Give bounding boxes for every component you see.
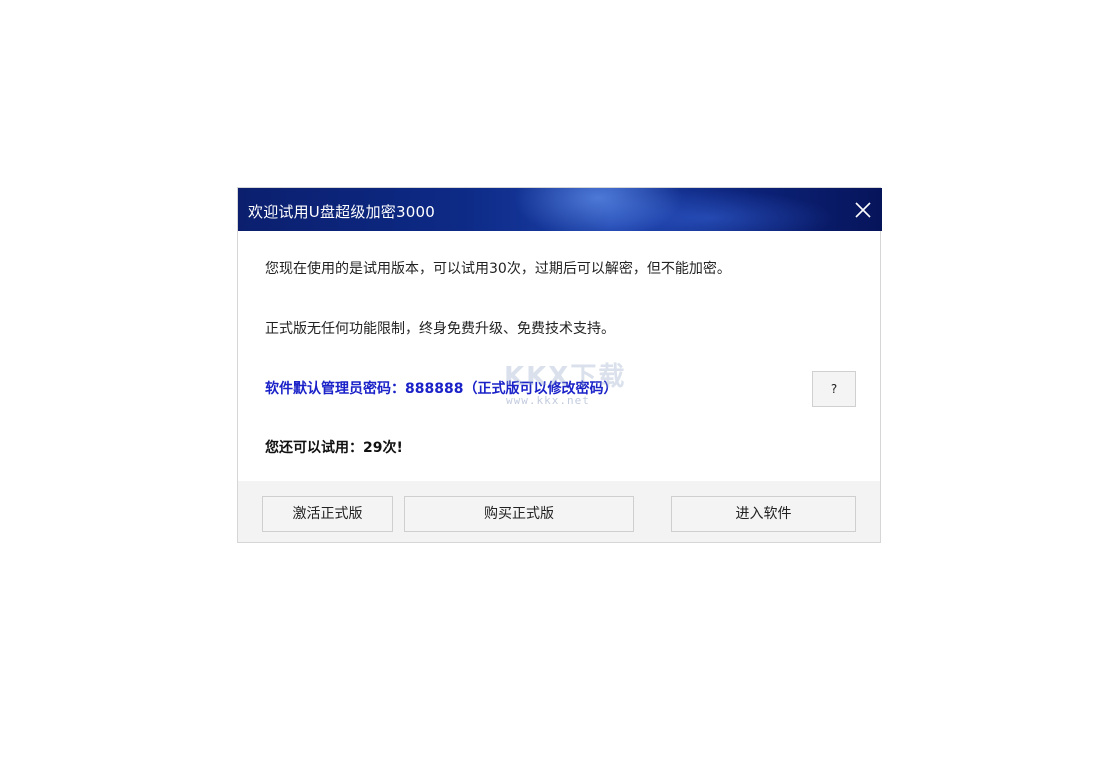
full-version-info-text: 正式版无任何功能限制，终身免费升级、免费技术支持。	[265, 321, 615, 337]
title-bar[interactable]: 欢迎试用U盘超级加密3000	[238, 188, 882, 231]
window-title: 欢迎试用U盘超级加密3000	[248, 203, 435, 221]
remaining-trials-text: 您还可以试用：29次!	[265, 440, 403, 456]
enter-software-button[interactable]: 进入软件	[671, 496, 856, 532]
trial-notice-text: 您现在使用的是试用版本，可以试用30次，过期后可以解密，但不能加密。	[265, 261, 731, 277]
dialog-body: 您现在使用的是试用版本，可以试用30次，过期后可以解密，但不能加密。 正式版无任…	[238, 231, 880, 481]
help-button[interactable]: ?	[812, 371, 856, 407]
close-button[interactable]	[850, 197, 876, 223]
default-password-text: 软件默认管理员密码：888888（正式版可以修改密码）	[265, 381, 618, 397]
buy-full-version-button[interactable]: 购买正式版	[404, 496, 634, 532]
activate-full-version-button[interactable]: 激活正式版	[262, 496, 393, 532]
trial-dialog: 欢迎试用U盘超级加密3000 您现在使用的是试用版本，可以试用30次，过期后可以…	[237, 187, 882, 543]
button-bar: 激活正式版 购买正式版 进入软件	[238, 481, 880, 542]
close-icon	[855, 202, 871, 218]
